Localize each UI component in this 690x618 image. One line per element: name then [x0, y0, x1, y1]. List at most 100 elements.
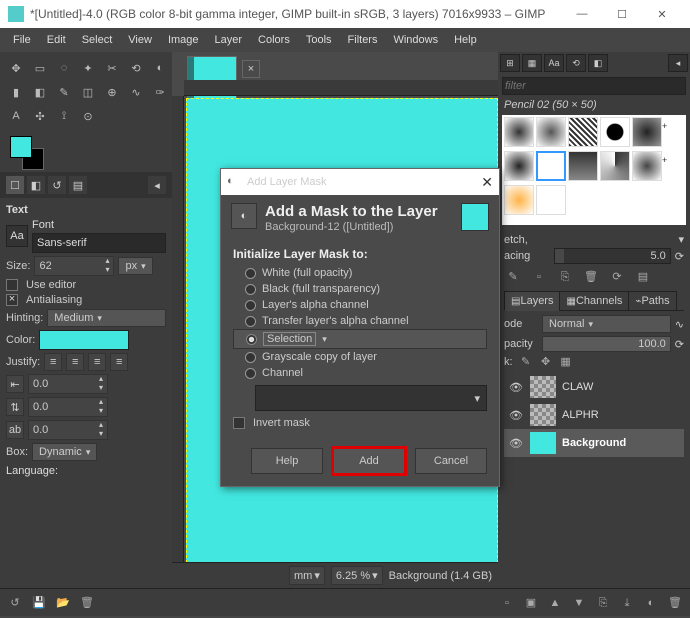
menu-file[interactable]: File: [6, 31, 38, 49]
maximize-button[interactable]: ☐: [602, 0, 642, 28]
font-input[interactable]: [32, 233, 166, 253]
raise-layer-icon[interactable]: ▲: [546, 594, 564, 612]
transform-tool-icon[interactable]: ⟲: [126, 58, 146, 78]
duplicate-layer-icon[interactable]: ⎘: [594, 594, 612, 612]
indent-spinner-2[interactable]: 0.0▴▾: [28, 397, 108, 417]
menu-tools[interactable]: Tools: [299, 31, 339, 49]
crop-tool-icon[interactable]: ✂: [102, 58, 122, 78]
brush-dup-icon[interactable]: ⎘: [556, 268, 574, 286]
lock-pixels-icon[interactable]: ✎: [519, 355, 533, 369]
bucket-fill-tool-icon[interactable]: ▮: [6, 82, 26, 102]
opacity-slider[interactable]: 100.0: [542, 336, 671, 352]
box-select[interactable]: Dynamic: [32, 443, 97, 461]
dock-menu-icon[interactable]: ◂: [668, 54, 688, 72]
menu-colors[interactable]: Colors: [251, 31, 297, 49]
brush-filter-input[interactable]: [502, 77, 686, 95]
unit-select[interactable]: mm ▾: [289, 566, 325, 585]
mode-select[interactable]: Normal: [542, 315, 671, 333]
paintbrush-tool-icon[interactable]: ✎: [54, 82, 74, 102]
delete-icon[interactable]: 🗑: [78, 594, 96, 612]
foreground-color[interactable]: [10, 136, 32, 158]
layer-row[interactable]: 👁 CLAW: [504, 373, 684, 401]
dock-menu-icon[interactable]: ◂: [148, 176, 166, 194]
layers-tab[interactable]: ▤Layers: [504, 291, 560, 311]
path-tool-icon[interactable]: ✑: [150, 82, 170, 102]
eraser-tool-icon[interactable]: ◫: [78, 82, 98, 102]
patterns-tab-icon[interactable]: ▦: [522, 54, 542, 72]
merge-layer-icon[interactable]: ⤓: [618, 594, 636, 612]
device-tab-icon[interactable]: ◧: [27, 176, 45, 194]
radio-white[interactable]: White (full opacity): [233, 265, 487, 281]
menu-select[interactable]: Select: [75, 31, 120, 49]
zoom-tool-icon[interactable]: ⊙: [78, 106, 98, 126]
move-tool-icon[interactable]: ✥: [6, 58, 26, 78]
fuzzy-select-tool-icon[interactable]: ✦: [78, 58, 98, 78]
justify-fill-icon[interactable]: ≡: [110, 353, 128, 371]
ruler-horizontal[interactable]: [184, 80, 498, 96]
size-spinner[interactable]: 62▴▾: [34, 256, 114, 276]
radio-selection[interactable]: Selection: [233, 329, 487, 349]
layer-name[interactable]: ALPHR: [562, 409, 599, 421]
menu-layer[interactable]: Layer: [208, 31, 250, 49]
layer-group-icon[interactable]: ▣: [522, 594, 540, 612]
justify-left-icon[interactable]: ≡: [44, 353, 62, 371]
spacing-slider[interactable]: 5.0: [554, 248, 671, 264]
lower-layer-icon[interactable]: ▼: [570, 594, 588, 612]
color-swatches[interactable]: [0, 132, 172, 172]
history-tab-icon[interactable]: ↺: [48, 176, 66, 194]
brush-folder-icon[interactable]: ▤: [634, 268, 652, 286]
menu-image[interactable]: Image: [161, 31, 206, 49]
text-tool-icon[interactable]: A: [6, 106, 26, 126]
menu-filters[interactable]: Filters: [341, 31, 385, 49]
gradient-tool-icon[interactable]: ◧: [30, 82, 50, 102]
cancel-button[interactable]: Cancel: [415, 448, 487, 474]
use-editor-checkbox[interactable]: [6, 279, 18, 291]
zoom-select[interactable]: 6.25 % ▾: [331, 566, 383, 585]
dialog-close-icon[interactable]: ✕: [481, 174, 493, 191]
dialog-titlebar[interactable]: ◐ Add Layer Mask ✕: [221, 169, 499, 195]
radio-channel[interactable]: Channel: [233, 365, 487, 381]
mask-icon[interactable]: ◐: [642, 594, 660, 612]
text-color-well[interactable]: [39, 330, 129, 350]
radio-alpha[interactable]: Layer's alpha channel: [233, 297, 487, 313]
rect-select-tool-icon[interactable]: ▭: [30, 58, 50, 78]
menu-view[interactable]: View: [121, 31, 159, 49]
clone-tool-icon[interactable]: ⊕: [102, 82, 122, 102]
layer-row[interactable]: 👁 Background: [504, 429, 684, 457]
tool-options-tab-icon[interactable]: ☐: [6, 176, 24, 194]
menu-edit[interactable]: Edit: [40, 31, 73, 49]
smudge-tool-icon[interactable]: ∿: [126, 82, 146, 102]
save-icon[interactable]: 💾: [30, 594, 48, 612]
channels-tab[interactable]: ▦Channels: [559, 291, 629, 311]
editor-tab-icon[interactable]: ◧: [588, 54, 608, 72]
brush-edit-icon[interactable]: ✎: [504, 268, 522, 286]
antialias-checkbox[interactable]: [6, 294, 18, 306]
menu-help[interactable]: Help: [447, 31, 484, 49]
new-layer-icon[interactable]: ▫: [498, 594, 516, 612]
measure-tool-icon[interactable]: ⟟: [54, 106, 74, 126]
radio-transfer[interactable]: Transfer layer's alpha channel: [233, 313, 487, 329]
history-tab-icon[interactable]: ⟲: [566, 54, 586, 72]
brush-refresh-icon[interactable]: ⟳: [608, 268, 626, 286]
brush-del-icon[interactable]: 🗑: [582, 268, 600, 286]
radio-grayscale[interactable]: Grayscale copy of layer: [233, 349, 487, 365]
layer-name[interactable]: CLAW: [562, 381, 593, 393]
font-thumb-icon[interactable]: Aa: [6, 225, 28, 247]
load-icon[interactable]: 📂: [54, 594, 72, 612]
minimize-button[interactable]: —: [562, 0, 602, 28]
invert-mask-checkbox[interactable]: [233, 417, 245, 429]
images-tab-icon[interactable]: ▤: [69, 176, 87, 194]
menu-windows[interactable]: Windows: [386, 31, 445, 49]
paths-tab[interactable]: ⌁Paths: [628, 291, 676, 311]
add-button[interactable]: Add: [333, 448, 405, 474]
lock-position-icon[interactable]: ✥: [539, 355, 553, 369]
free-select-tool-icon[interactable]: ◌: [54, 58, 74, 78]
visibility-icon[interactable]: 👁: [508, 409, 524, 422]
lock-alpha-icon[interactable]: ▦: [559, 355, 573, 369]
radio-black[interactable]: Black (full transparency): [233, 281, 487, 297]
brushes-tab-icon[interactable]: ⊞: [500, 54, 520, 72]
ruler-vertical[interactable]: [172, 96, 184, 568]
brush-new-icon[interactable]: ▫: [530, 268, 548, 286]
fonts-tab-icon[interactable]: Aa: [544, 54, 564, 72]
delete-layer-icon[interactable]: 🗑: [666, 594, 684, 612]
